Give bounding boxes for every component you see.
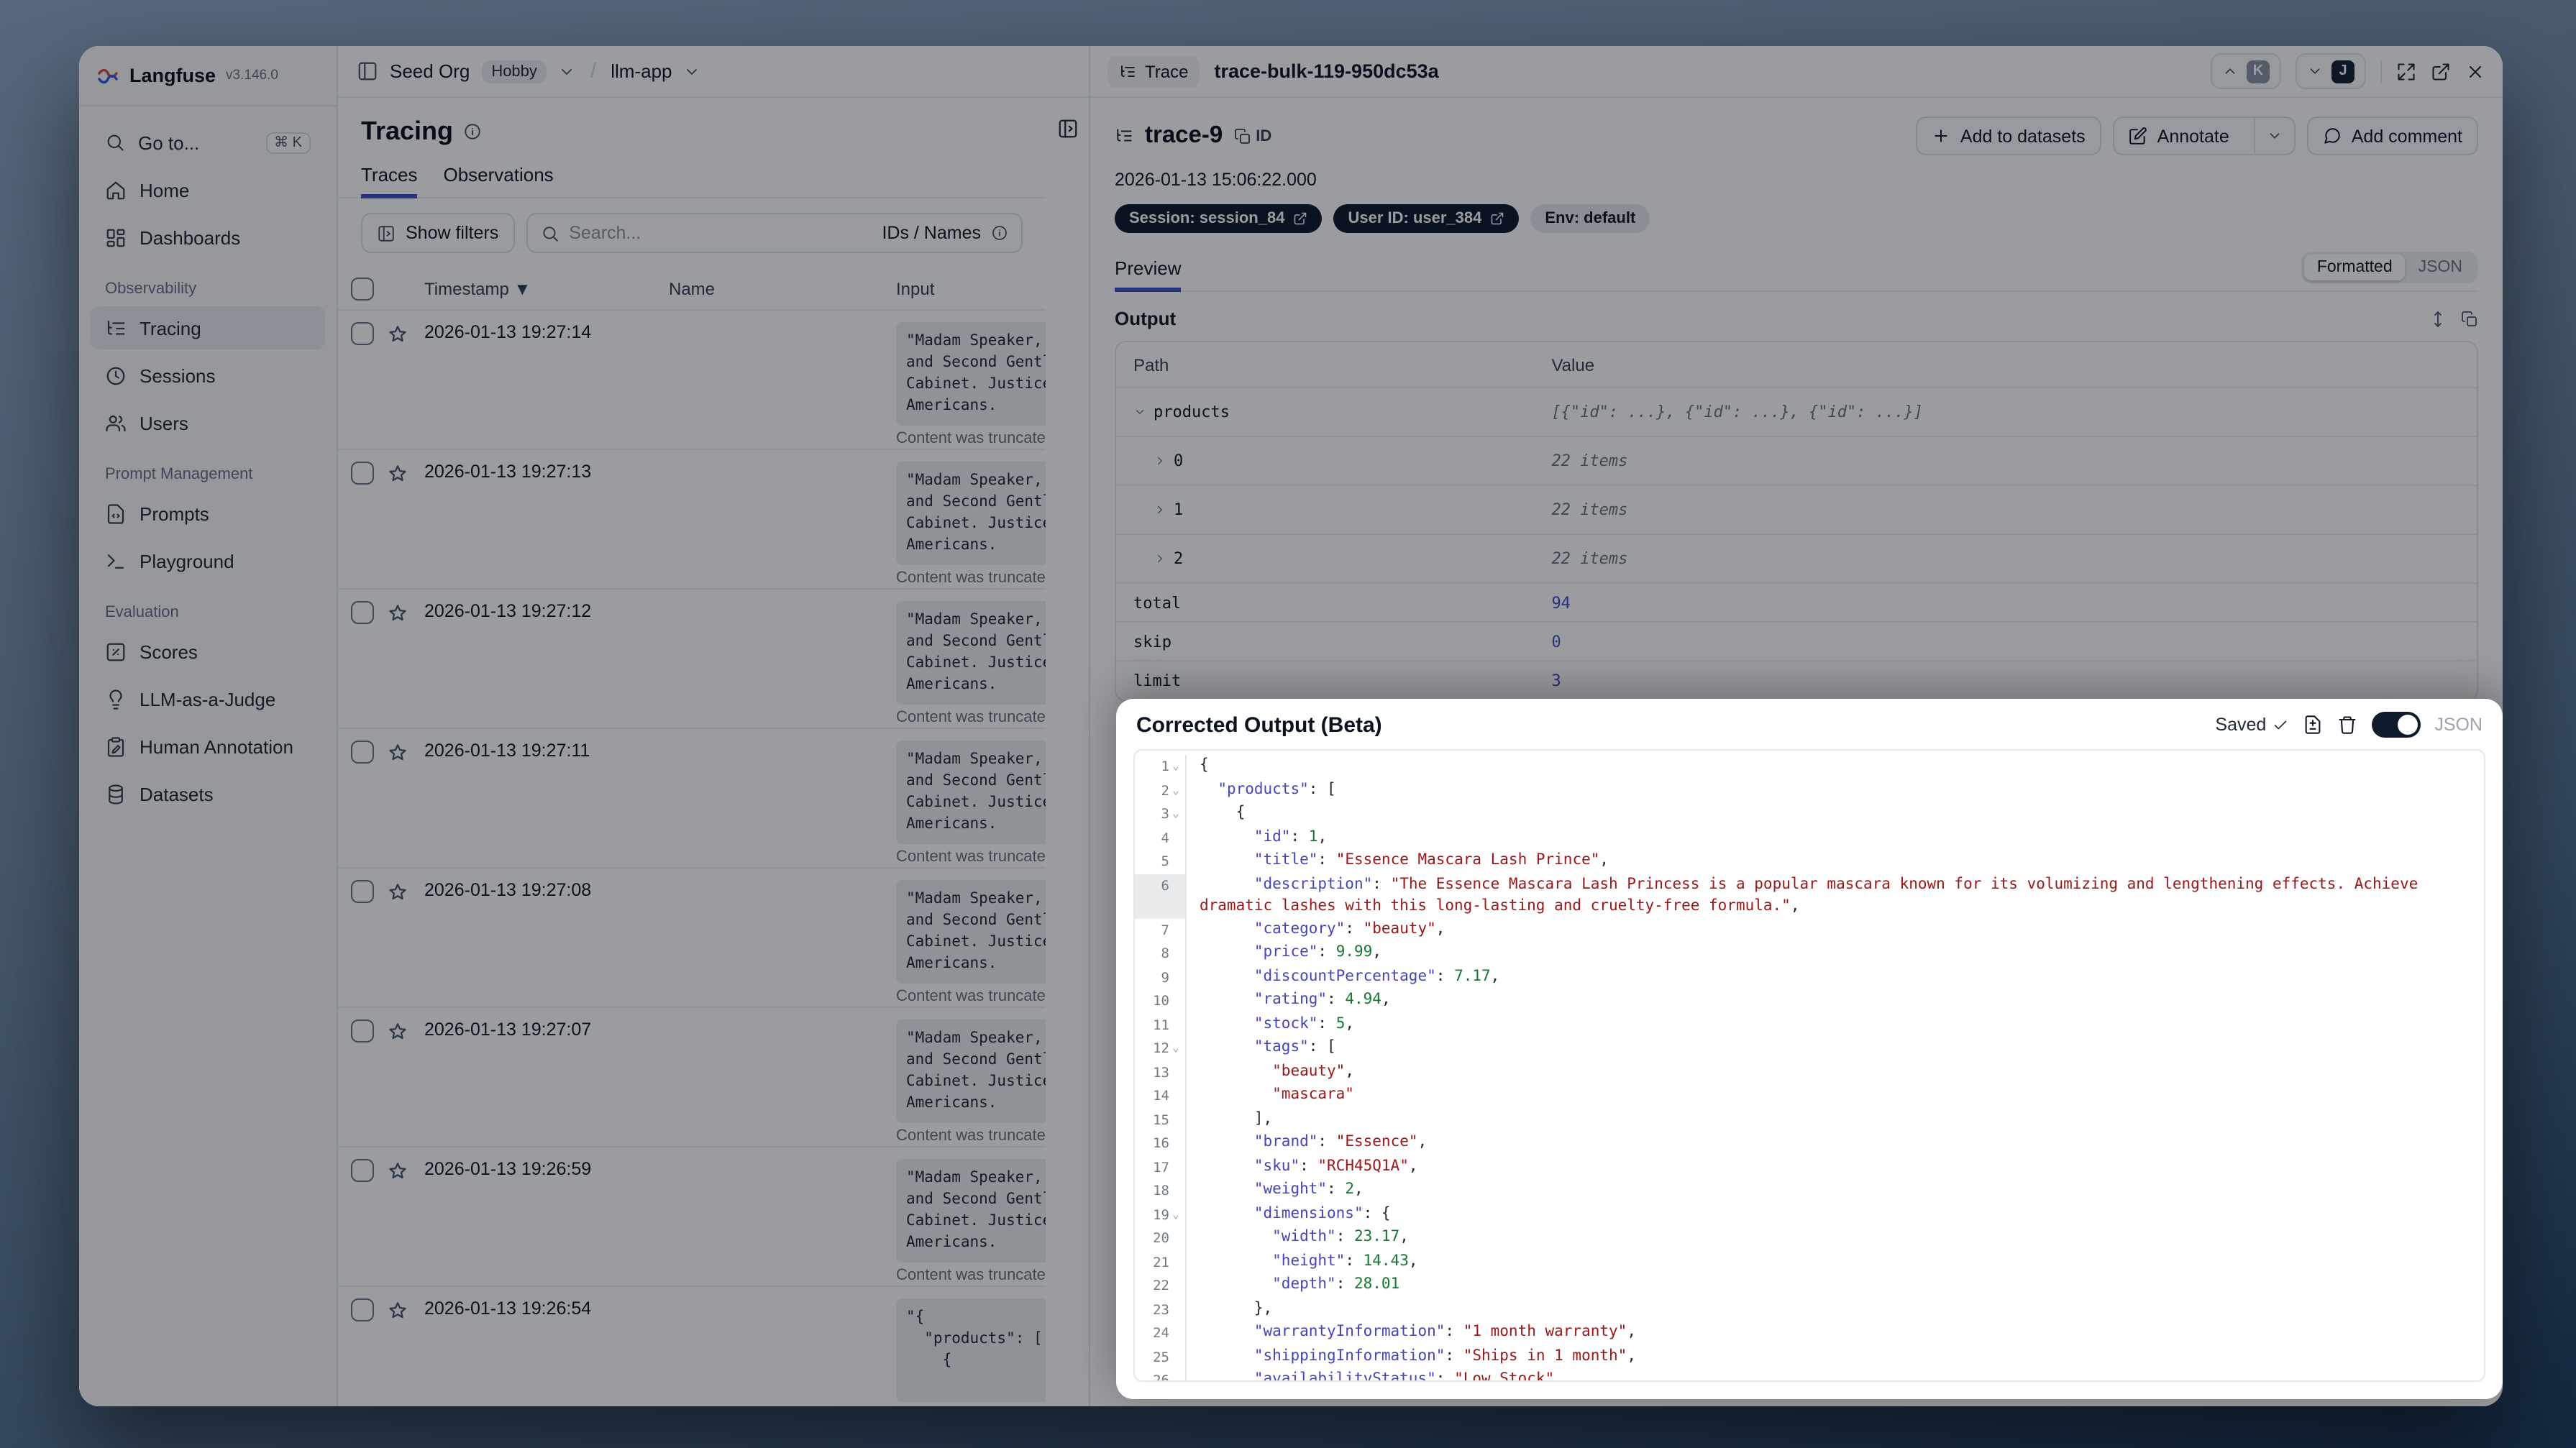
code-content: "availabilityStatus": "Low Stock", xyxy=(1253,1370,1563,1382)
code-content: "discountPercentage": 7.17, xyxy=(1253,967,1500,984)
editor-line[interactable]: 12 ⌄ "tags": [ xyxy=(1135,1037,2484,1060)
corrected-output-header: Corrected Output (Beta) Saved JSON xyxy=(1116,699,2503,746)
line-number: 7 xyxy=(1135,918,1187,942)
editor-line[interactable]: 24 "warrantyInformation": "1 month warra… xyxy=(1135,1321,2484,1345)
line-number: 24 xyxy=(1135,1321,1187,1345)
code-content: "products": [ xyxy=(1218,780,1336,797)
editor-line[interactable]: 25 "shippingInformation": "Ships in 1 mo… xyxy=(1135,1345,2484,1369)
code-content: "weight": 2, xyxy=(1253,1181,1364,1198)
code-content: "stock": 5, xyxy=(1253,1014,1355,1032)
editor-line[interactable]: 22 "depth": 28.01 xyxy=(1135,1274,2484,1298)
editor-line[interactable]: 4 "id": 1, xyxy=(1135,826,2484,850)
line-number: 9 xyxy=(1135,966,1187,989)
editor-line[interactable]: 17 "sku": "RCH45Q1A", xyxy=(1135,1155,2484,1179)
editor-line[interactable]: 21 "height": 14.43, xyxy=(1135,1250,2484,1274)
line-number: 2 ⌄ xyxy=(1135,779,1187,802)
editor-line[interactable]: 19 ⌄ "dimensions": { xyxy=(1135,1203,2484,1227)
desktop-background: Langfuse v3.146.0 Go to... ⌘ K Home Dashb… xyxy=(0,0,2576,1448)
line-number: 20 xyxy=(1135,1227,1187,1250)
fold-chevron-icon[interactable]: ⌄ xyxy=(1169,802,1182,825)
line-number: 15 xyxy=(1135,1108,1187,1132)
editor-line[interactable]: 7 "category": "beauty", xyxy=(1135,918,2484,942)
code-content: { xyxy=(1200,804,1246,821)
line-number: 1 ⌄ xyxy=(1135,755,1187,779)
code-content: "id": 1, xyxy=(1253,828,1328,845)
editor-line[interactable]: 13 "beauty", xyxy=(1135,1060,2484,1084)
editor-line[interactable]: 11 "stock": 5, xyxy=(1135,1013,2484,1037)
line-number: 13 xyxy=(1135,1060,1187,1084)
editor-line[interactable]: 1 ⌄ { xyxy=(1135,755,2484,779)
code-content: "tags": [ xyxy=(1253,1038,1336,1055)
editor-line[interactable]: 2 ⌄ "products": [ xyxy=(1135,779,2484,802)
line-number: 16 xyxy=(1135,1132,1187,1155)
editor-line[interactable]: 10 "rating": 4.94, xyxy=(1135,989,2484,1013)
editor-line[interactable]: 14 "mascara" xyxy=(1135,1084,2484,1108)
line-number: 6 xyxy=(1135,874,1187,918)
app-window: Langfuse v3.146.0 Go to... ⌘ K Home Dashb… xyxy=(79,46,2503,1406)
line-number: 19 ⌄ xyxy=(1135,1203,1187,1227)
code-content: "warrantyInformation": "1 month warranty… xyxy=(1253,1323,1636,1340)
line-number: 17 xyxy=(1135,1155,1187,1179)
code-content: "height": 14.43, xyxy=(1272,1252,1418,1269)
code-content: "category": "beauty", xyxy=(1253,920,1445,937)
fold-chevron-icon[interactable]: ⌄ xyxy=(1169,755,1182,777)
editor-line[interactable]: 23 }, xyxy=(1135,1298,2484,1321)
json-editor[interactable]: 1 ⌄{2 ⌄ "products": [3 ⌄ {4 "id": 1, 5 "titl… xyxy=(1133,749,2485,1382)
check-icon xyxy=(2272,717,2288,733)
editor-line[interactable]: 16 "brand": "Essence", xyxy=(1135,1132,2484,1155)
line-number: 14 xyxy=(1135,1084,1187,1108)
corrected-output-title: Corrected Output (Beta) xyxy=(1136,712,1382,737)
editor-line[interactable]: 26 "availabilityStatus": "Low Stock", xyxy=(1135,1369,2484,1382)
code-content: "rating": 4.94, xyxy=(1253,991,1391,1008)
line-number: 18 xyxy=(1135,1179,1187,1203)
line-number: 12 ⌄ xyxy=(1135,1037,1187,1060)
code-content: "depth": 28.01 xyxy=(1272,1275,1400,1293)
line-number: 25 xyxy=(1135,1345,1187,1369)
code-content: { xyxy=(1200,756,1209,774)
line-number: 4 xyxy=(1135,826,1187,850)
editor-line[interactable]: 15 ], xyxy=(1135,1108,2484,1132)
line-number: 3 ⌄ xyxy=(1135,802,1187,826)
code-content: "dimensions": { xyxy=(1253,1204,1391,1222)
code-content: }, xyxy=(1200,1299,1273,1316)
code-content: "brand": "Essence", xyxy=(1253,1133,1428,1150)
code-content: "mascara" xyxy=(1272,1086,1354,1103)
editor-line[interactable]: 3 ⌄ { xyxy=(1135,802,2484,826)
code-content: "title": "Essence Mascara Lash Prince", xyxy=(1253,851,1609,869)
line-number: 26 xyxy=(1135,1369,1187,1380)
fold-chevron-icon[interactable]: ⌄ xyxy=(1169,1037,1182,1059)
editor-line[interactable]: 9 "discountPercentage": 7.17, xyxy=(1135,966,2484,989)
editor-line[interactable]: 5 "title": "Essence Mascara Lash Prince"… xyxy=(1135,850,2484,874)
saved-status: Saved xyxy=(2215,715,2288,735)
corrected-output-panel: Corrected Output (Beta) Saved JSON 1 ⌄ {… xyxy=(1116,699,2503,1399)
line-number: 21 xyxy=(1135,1250,1187,1274)
file-diff-icon[interactable] xyxy=(2302,715,2322,735)
code-content: "width": 23.17, xyxy=(1272,1228,1409,1245)
editor-line[interactable]: 18 "weight": 2, xyxy=(1135,1179,2484,1203)
code-content: "beauty", xyxy=(1272,1062,1354,1079)
code-content: "sku": "RCH45Q1A", xyxy=(1253,1157,1418,1174)
line-number: 5 xyxy=(1135,850,1187,874)
code-content: "description": "The Essence Mascara Lash… xyxy=(1200,875,2427,915)
code-content: "price": 9.99, xyxy=(1253,943,1381,961)
fold-chevron-icon[interactable]: ⌄ xyxy=(1169,779,1182,801)
saved-label: Saved xyxy=(2215,715,2267,735)
trash-icon[interactable] xyxy=(2337,715,2357,735)
editor-line[interactable]: 20 "width": 23.17, xyxy=(1135,1227,2484,1250)
code-content: "shippingInformation": "Ships in 1 month… xyxy=(1253,1347,1636,1364)
json-toggle[interactable] xyxy=(2371,712,2421,738)
editor-line[interactable]: 6 "description": "The Essence Mascara La… xyxy=(1135,874,2484,918)
line-number: 23 xyxy=(1135,1298,1187,1321)
line-number: 10 xyxy=(1135,989,1187,1013)
json-toggle-label: JSON xyxy=(2434,715,2483,735)
line-number: 11 xyxy=(1135,1013,1187,1037)
line-number: 8 xyxy=(1135,942,1187,966)
line-number: 22 xyxy=(1135,1274,1187,1298)
editor-line[interactable]: 8 "price": 9.99, xyxy=(1135,942,2484,966)
code-content: ], xyxy=(1200,1109,1273,1127)
fold-chevron-icon[interactable]: ⌄ xyxy=(1169,1203,1182,1225)
toggle-knob xyxy=(2397,715,2418,735)
